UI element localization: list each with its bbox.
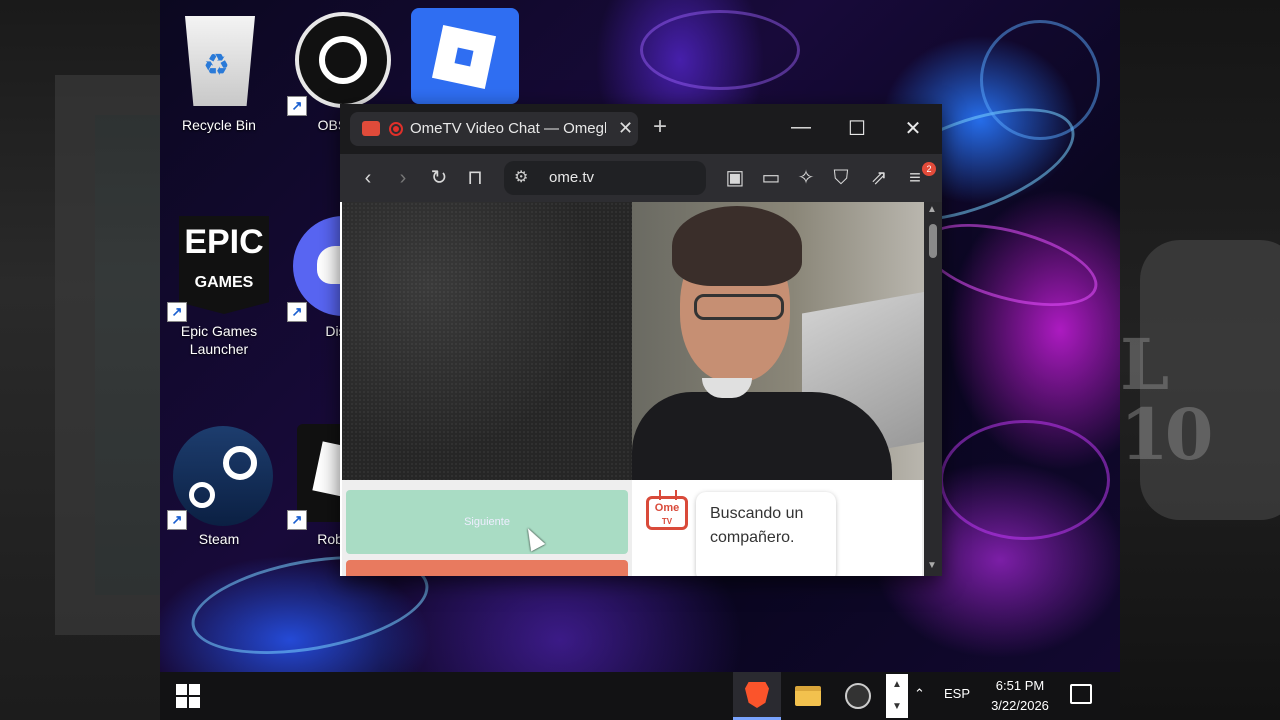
epic-games-icon: EPIC GAMES ↗ xyxy=(167,216,269,322)
clock[interactable]: 6:51 PM 3/22/2026 xyxy=(980,676,1060,716)
epic-logo-text: EPIC xyxy=(184,223,264,261)
leo-ai-icon[interactable]: ✧ xyxy=(793,166,819,190)
shortcut-arrow-icon: ↗ xyxy=(167,510,187,530)
remote-video xyxy=(342,202,632,480)
taskbar-brave[interactable] xyxy=(733,672,781,720)
notifications-icon[interactable] xyxy=(1070,684,1092,704)
stop-button[interactable] xyxy=(346,560,628,576)
browser-window: OmeTV Video Chat — Omegl ✕ + — ☐ ✕ ‹ › ↻… xyxy=(340,104,942,576)
taskbar-file-explorer[interactable] xyxy=(783,672,831,720)
language-indicator[interactable]: ESP xyxy=(944,686,970,701)
back-icon[interactable]: ‹ xyxy=(355,166,381,190)
icon-label: Recycle Bin xyxy=(182,117,256,133)
shortcut-arrow-icon: ↗ xyxy=(287,96,307,116)
icon-label: Epic Games Launcher xyxy=(180,323,258,357)
tab-ometv[interactable]: OmeTV Video Chat — Omegl ✕ xyxy=(350,112,638,146)
scroll-down-icon[interactable]: ▼ xyxy=(927,560,937,571)
minimize-button[interactable]: — xyxy=(786,116,816,139)
obs-icon xyxy=(845,683,871,709)
browser-toolbar: ‹ › ↻ ⊓ ⚙ ome.tv ▣ ▭ ✧ ⛉ ⇗ ≡ 2 xyxy=(340,154,942,202)
recycle-bin-icon: ♻ xyxy=(169,10,269,110)
tab-title: OmeTV Video Chat — Omegl xyxy=(410,120,606,137)
shield-icon[interactable]: ⛉ xyxy=(828,166,854,190)
wallet-icon[interactable]: ▭ xyxy=(758,166,784,190)
menu-badge: 2 xyxy=(922,162,936,176)
vpn-icon[interactable]: ⇗ xyxy=(866,166,892,190)
site-settings-icon[interactable]: ⚙ xyxy=(514,167,528,187)
chat-panel: Ome TV Buscando un compañero. xyxy=(632,480,922,576)
scroll-up-icon[interactable]: ▲ xyxy=(927,204,937,215)
taskbar-obs[interactable] xyxy=(833,672,881,720)
title-bar: OmeTV Video Chat — Omegl ✕ + — ☐ ✕ xyxy=(340,104,942,154)
desktop-icon-roblox-studio[interactable] xyxy=(404,8,519,108)
file-explorer-icon xyxy=(795,686,821,706)
reload-icon[interactable]: ↻ xyxy=(426,166,452,190)
address-bar[interactable]: ⚙ ome.tv xyxy=(504,161,706,195)
shortcut-arrow-icon: ↗ xyxy=(287,510,307,530)
maximize-button[interactable]: ☐ xyxy=(842,116,872,141)
desktop-icon-steam[interactable]: ↗ Steam xyxy=(164,424,274,548)
ometv-logo-subtext: TV xyxy=(661,517,673,526)
url-text: ome.tv xyxy=(549,169,595,186)
screen: L 10 ♻ Recycle Bin ↗ OBS S EPIC GAMES ↗ … xyxy=(0,0,1280,720)
ometv-favicon-icon xyxy=(362,121,380,136)
shortcut-arrow-icon: ↗ xyxy=(287,302,307,322)
brave-icon xyxy=(745,682,769,708)
sidebar-icon[interactable]: ▣ xyxy=(722,166,748,190)
left-blur-bar xyxy=(0,0,175,720)
right-blur-bar: L 10 xyxy=(1120,0,1280,720)
clock-date: 3/22/2026 xyxy=(991,698,1049,713)
desktop-icon-epic-games[interactable]: EPIC GAMES ↗ Epic Games Launcher xyxy=(164,216,274,358)
icon-label: Steam xyxy=(198,531,240,547)
page-viewport: Siguiente Ome TV Buscando un compañero. xyxy=(340,202,924,576)
scrollbar-thumb[interactable] xyxy=(929,224,937,258)
epic-logo-subtext: GAMES xyxy=(194,274,254,291)
local-webcam-video xyxy=(632,202,924,480)
recording-icon xyxy=(389,122,403,136)
clock-time: 6:51 PM xyxy=(995,678,1045,693)
controls-area: Siguiente Ome TV Buscando un compañero. xyxy=(342,480,924,576)
bookmark-icon[interactable]: ⊓ xyxy=(462,166,488,190)
ometv-logo: Ome TV xyxy=(646,496,688,530)
ometv-logo-text: Ome xyxy=(654,502,680,514)
page-scrollbar[interactable]: ▲ ▼ xyxy=(924,202,942,576)
taskbar: ▲ ▼ ⌃ ESP 6:51 PM 3/22/2026 xyxy=(160,672,1120,720)
desktop-icon-recycle-bin[interactable]: ♻ Recycle Bin xyxy=(164,10,274,134)
tab-close-button[interactable]: ✕ xyxy=(618,118,633,139)
obs-icon: ↗ xyxy=(287,10,391,116)
status-message: Buscando un compañero. xyxy=(696,492,836,576)
taskbar-scroll-arrows[interactable]: ▲ ▼ xyxy=(886,674,908,718)
next-button[interactable]: Siguiente xyxy=(346,490,628,554)
start-button[interactable] xyxy=(176,684,200,708)
show-hidden-icons-icon[interactable]: ⌃ xyxy=(914,686,925,702)
new-tab-button[interactable]: + xyxy=(653,114,667,140)
close-window-button[interactable]: ✕ xyxy=(898,116,928,141)
roblox-studio-icon xyxy=(409,8,519,108)
shortcut-arrow-icon: ↗ xyxy=(167,302,187,322)
forward-icon[interactable]: › xyxy=(390,166,416,190)
steam-icon: ↗ xyxy=(167,424,273,530)
